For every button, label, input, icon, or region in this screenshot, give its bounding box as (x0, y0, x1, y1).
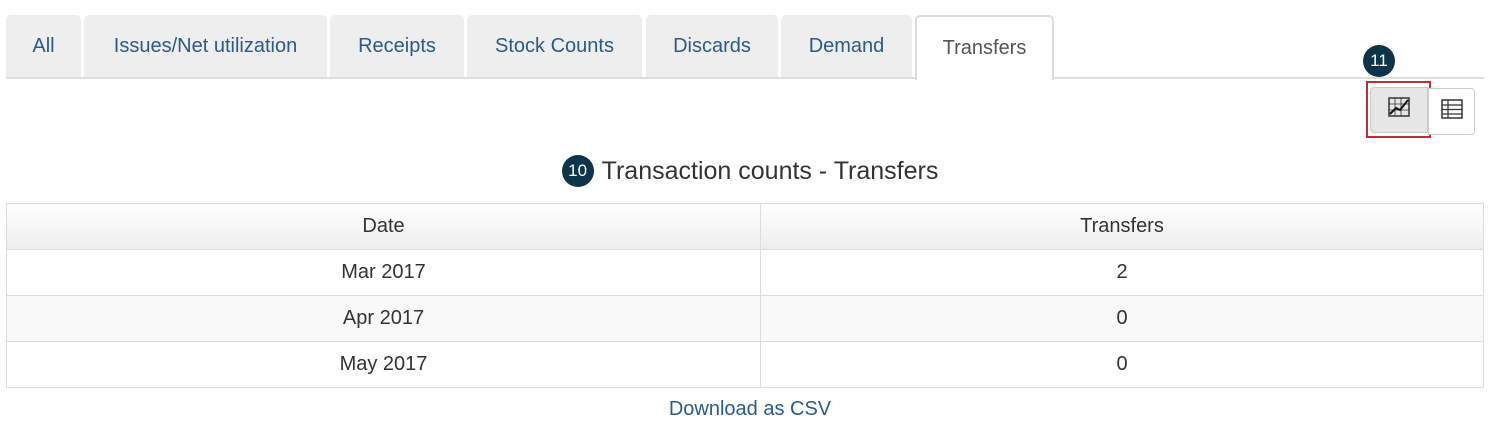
transfers-table: Date Transfers Mar 2017 2 Apr 2017 0 May… (6, 203, 1484, 388)
step-badge-11: 11 (1363, 45, 1395, 77)
cell-transfers: 0 (760, 341, 1484, 388)
chart-title-row: 10 Transaction counts - Transfers (0, 155, 1500, 187)
table-row: Mar 2017 2 (6, 249, 1484, 296)
cell-date: Mar 2017 (6, 249, 761, 296)
step-badge-10: 10 (561, 155, 594, 187)
table-row: May 2017 0 (6, 341, 1484, 388)
tab-issues-net-utilization[interactable]: Issues/Net utilization (84, 15, 327, 77)
download-csv-link[interactable]: Download as CSV (0, 398, 1500, 421)
tab-all[interactable]: All (6, 15, 81, 77)
tab-receipts[interactable]: Receipts (330, 15, 464, 77)
page-title: Transaction counts - Transfers (601, 156, 939, 185)
tab-demand[interactable]: Demand (781, 15, 912, 77)
column-header-transfers[interactable]: Transfers (760, 203, 1484, 250)
table-icon (1440, 99, 1463, 124)
tab-bar: All Issues/Net utilization Receipts Stoc… (6, 15, 1484, 80)
tab-discards[interactable]: Discards (646, 15, 778, 77)
tab-stock-counts[interactable]: Stock Counts (467, 15, 642, 77)
table-row: Apr 2017 0 (6, 295, 1484, 342)
cell-date: May 2017 (6, 341, 761, 388)
column-header-date[interactable]: Date (6, 203, 761, 250)
cell-transfers: 0 (760, 295, 1484, 342)
chart-icon (1387, 96, 1411, 123)
chart-view-button[interactable] (1366, 81, 1431, 138)
table-header-row: Date Transfers (6, 203, 1484, 250)
table-view-button[interactable] (1428, 88, 1475, 135)
cell-transfers: 2 (760, 249, 1484, 296)
tab-transfers[interactable]: Transfers (915, 15, 1054, 80)
cell-date: Apr 2017 (6, 295, 761, 342)
